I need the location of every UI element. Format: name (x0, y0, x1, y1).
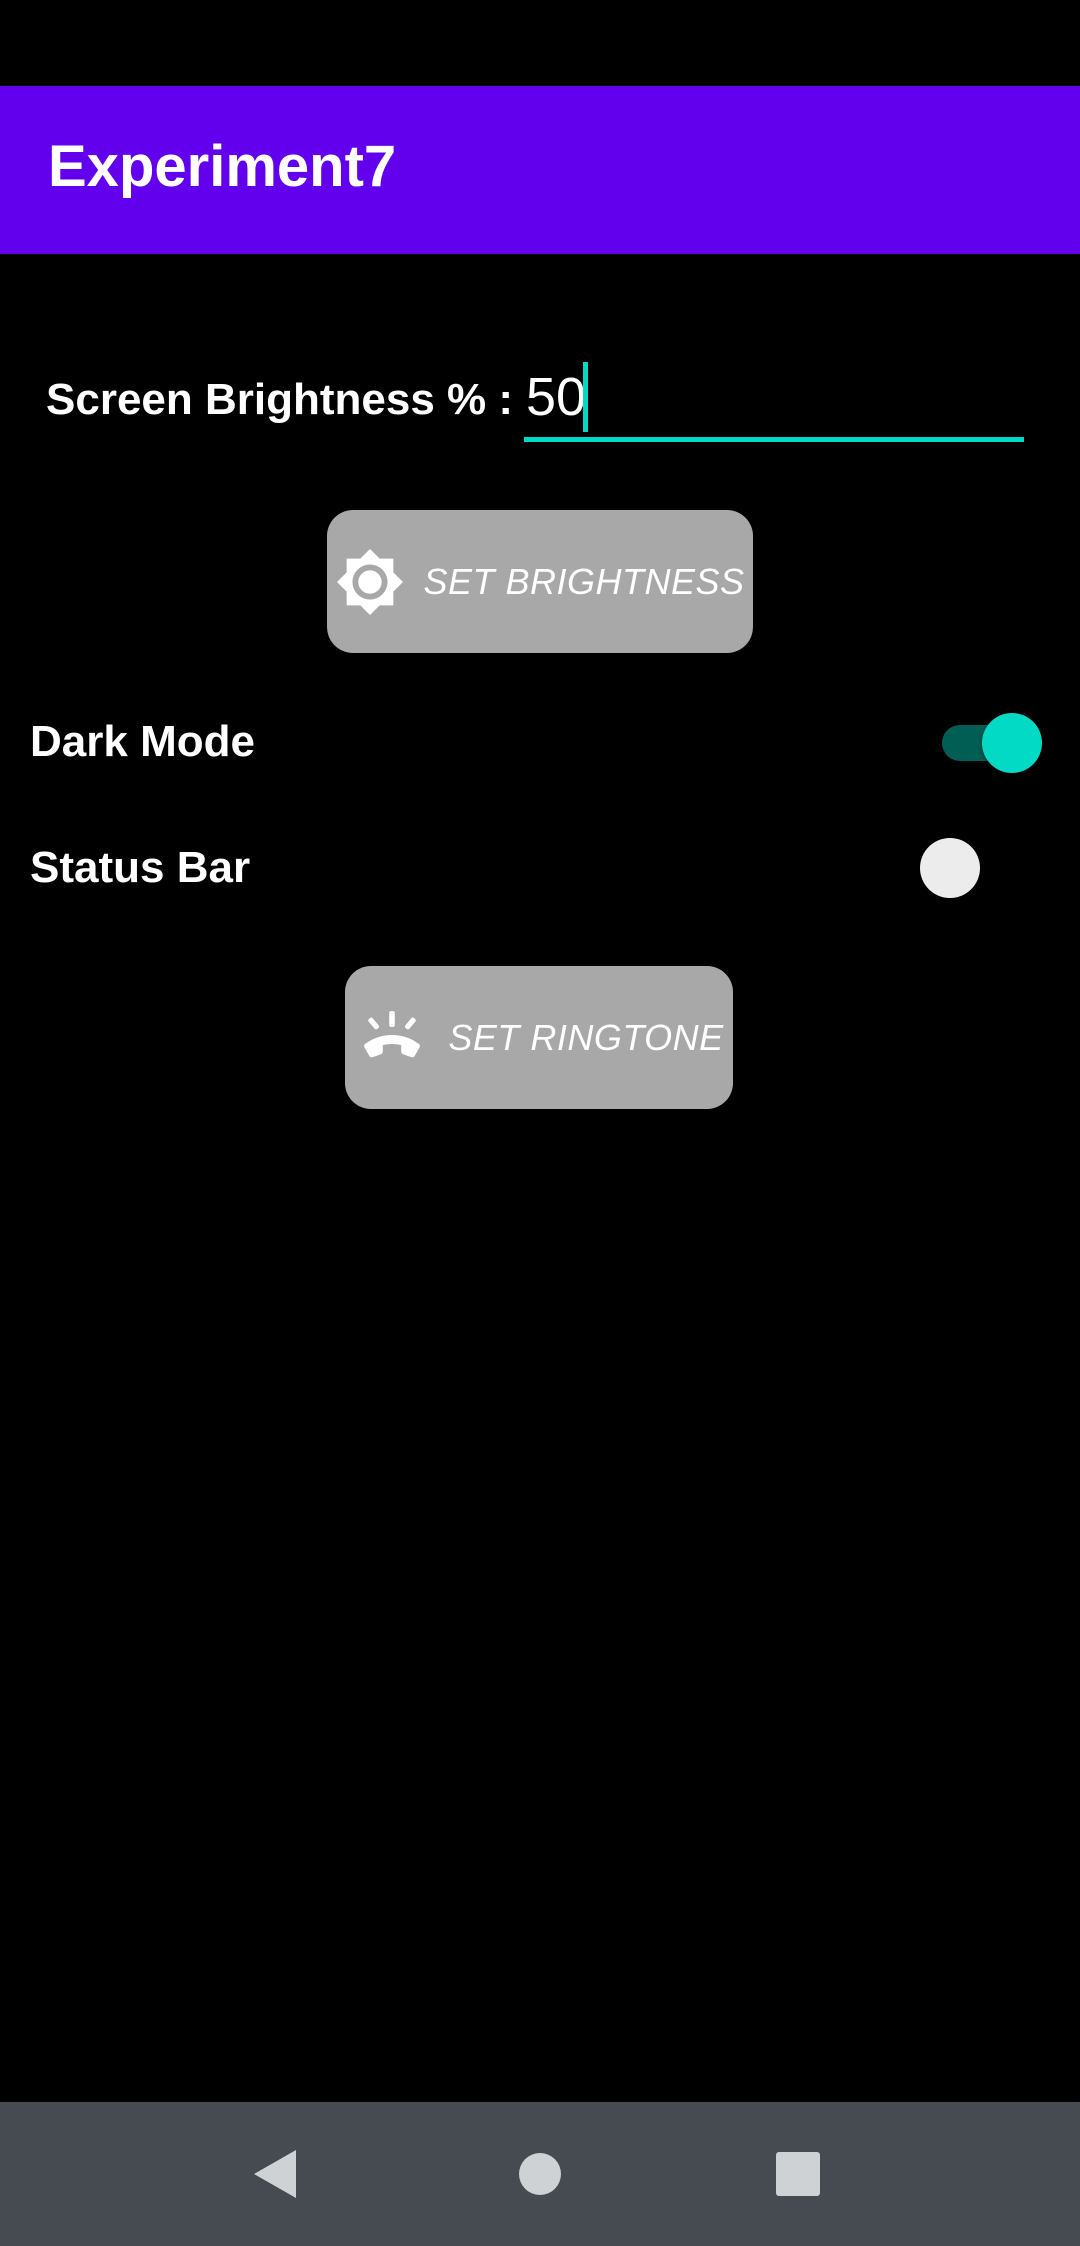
input-underline (524, 437, 1024, 442)
set-ringtone-button[interactable]: SET RINGTONE (345, 966, 733, 1109)
home-icon[interactable] (512, 2146, 568, 2202)
status-bar-switch[interactable] (910, 830, 1010, 900)
brightness-icon (335, 547, 405, 617)
text-cursor (583, 362, 588, 432)
dark-mode-label: Dark Mode (30, 717, 255, 766)
app-title: Experiment7 (48, 134, 397, 199)
brightness-input-value[interactable]: 50 (526, 370, 586, 424)
set-brightness-label: SET BRIGHTNESS (423, 560, 745, 602)
switch-thumb (982, 713, 1042, 773)
app-bar: Experiment7 (0, 86, 1080, 254)
navigation-bar (0, 2102, 1080, 2246)
brightness-label: Screen Brightness % : (46, 375, 514, 424)
dark-mode-switch[interactable] (942, 705, 1042, 775)
set-ringtone-label: SET RINGTONE (448, 1016, 724, 1058)
ringing-phone-icon (354, 1007, 430, 1069)
system-status-bar (0, 0, 1080, 86)
switch-thumb (920, 838, 980, 898)
set-brightness-button[interactable]: SET BRIGHTNESS (327, 510, 753, 653)
recents-icon[interactable] (770, 2146, 826, 2202)
status-bar-label: Status Bar (30, 843, 251, 892)
back-icon[interactable] (248, 2146, 304, 2202)
brightness-input[interactable]: 50 (524, 356, 1024, 442)
